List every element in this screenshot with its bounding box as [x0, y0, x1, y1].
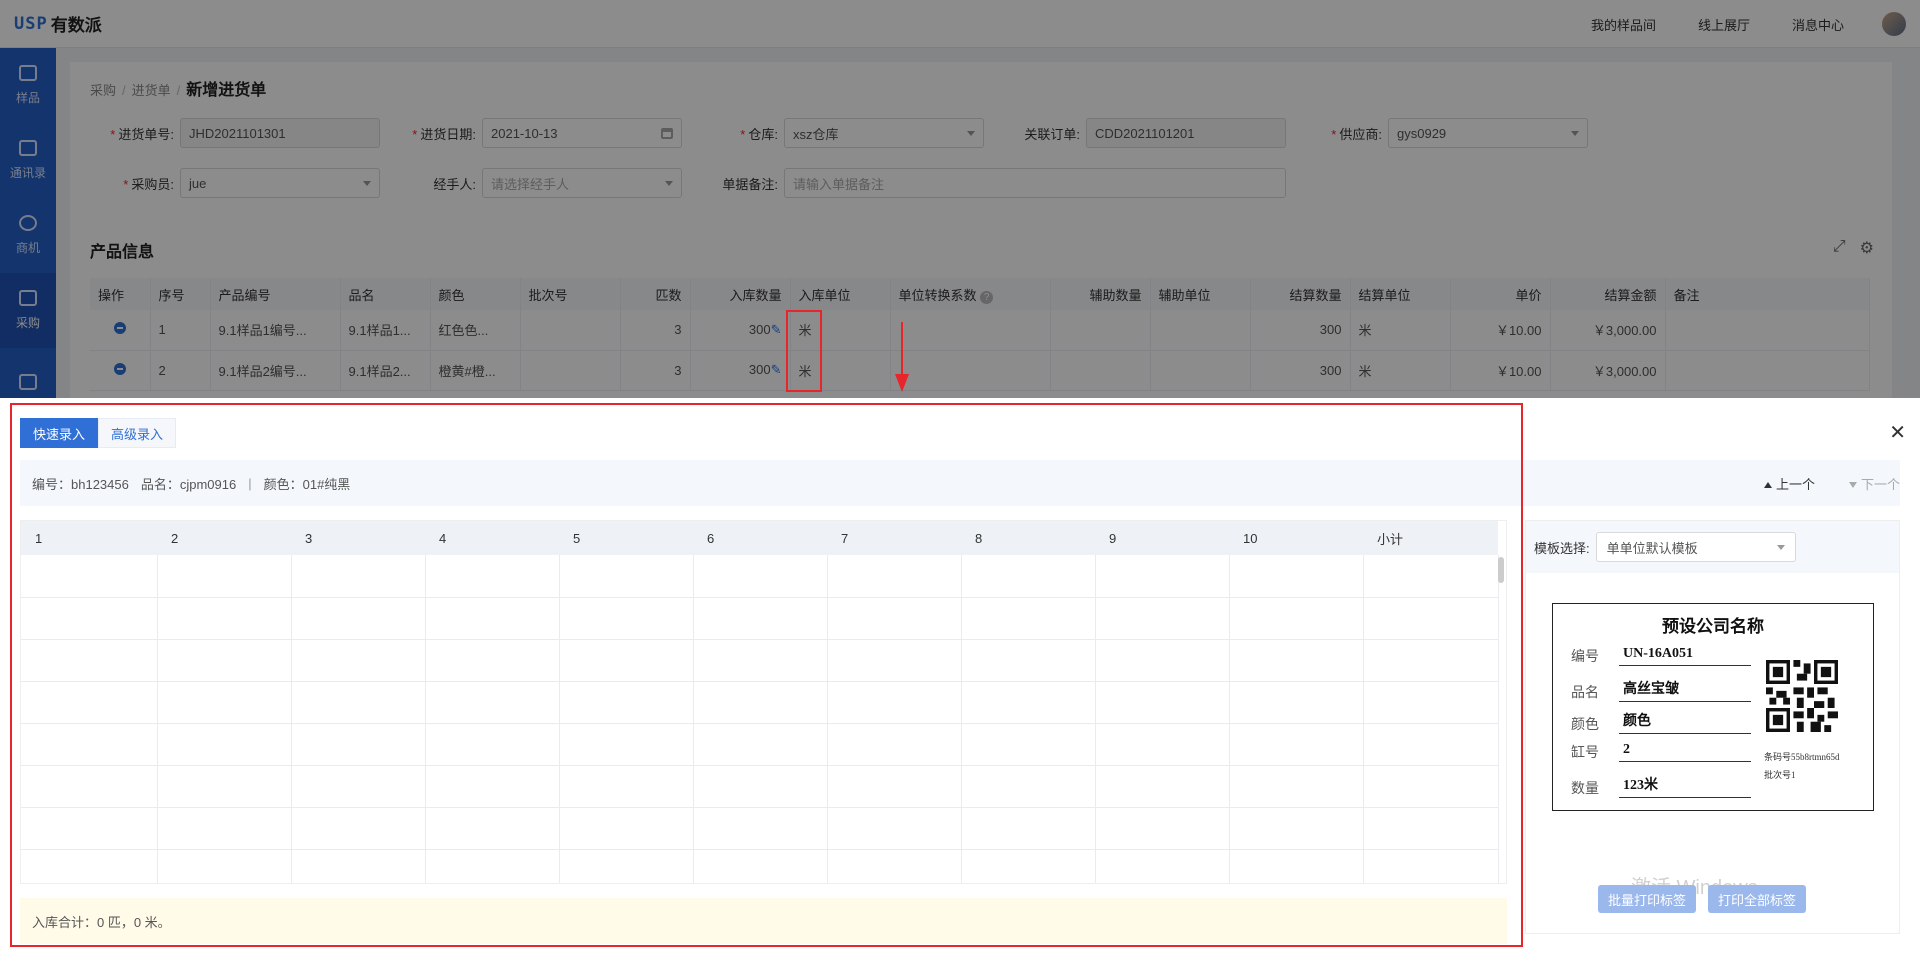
prev-label: 上一个 [1775, 476, 1815, 492]
chevron-down-icon [1776, 544, 1785, 550]
label-batch-text: 批次号1 [1764, 770, 1796, 780]
annotation-arrow [901, 322, 903, 378]
label-key: 数量 [1571, 782, 1599, 797]
prev-button[interactable]: 上一个 [1763, 474, 1815, 493]
caret-up-icon [1763, 482, 1772, 489]
label-key: 缸号 [1571, 746, 1599, 761]
next-button[interactable]: 下一个 [1848, 474, 1900, 493]
print-buttons: 批量打印标签 打印全部标签 [1598, 885, 1807, 913]
template-label: 模板选择: [1534, 540, 1590, 556]
label-value: 123米 [1619, 774, 1751, 798]
annotation-box-qty [786, 310, 822, 392]
template-select[interactable]: 单单位默认模板 [1595, 532, 1796, 562]
label-key: 颜色 [1571, 718, 1599, 733]
print-all-button[interactable]: 打印全部标签 [1708, 885, 1807, 913]
label-row: 缸号 2 [1571, 742, 1751, 762]
template-row: 模板选择: 单单位默认模板 [1526, 521, 1899, 573]
label-preview: 预设公司名称 编号 UN-16A051 品名 高丝宝皱 颜色 颜色 缸号 2 数量 123… [1552, 603, 1874, 811]
next-label: 下一个 [1860, 476, 1900, 492]
label-value: 颜色 [1619, 710, 1751, 734]
annotation-arrow-head [895, 374, 909, 392]
item-nav: 上一个 下一个 [1763, 460, 1900, 506]
template-value: 单单位默认模板 [1606, 540, 1698, 556]
qr-code-icon [1766, 660, 1838, 732]
label-row: 颜色 颜色 [1571, 710, 1751, 734]
annotation-box-drawer [10, 403, 1523, 947]
label-row: 品名 高丝宝皱 [1571, 678, 1751, 702]
label-key: 编号 [1571, 650, 1599, 665]
label-print-panel: 模板选择: 单单位默认模板 预设公司名称 编号 UN-16A051 品名 高丝宝皱 … [1525, 520, 1900, 934]
batch-print-button[interactable]: 批量打印标签 [1598, 885, 1697, 913]
label-key: 品名 [1571, 686, 1599, 701]
label-barcode-text: 条码号55b8rtmn65d [1764, 752, 1840, 762]
close-icon[interactable]: ✕ [1889, 420, 1906, 445]
label-value: 高丝宝皱 [1619, 678, 1751, 702]
label-row: 数量 123米 [1571, 774, 1751, 798]
label-value: 2 [1619, 742, 1751, 762]
caret-down-icon [1848, 482, 1857, 489]
label-row: 编号 UN-16A051 [1571, 646, 1751, 666]
label-company-name: 预设公司名称 [1662, 617, 1764, 636]
label-value: UN-16A051 [1619, 646, 1751, 666]
